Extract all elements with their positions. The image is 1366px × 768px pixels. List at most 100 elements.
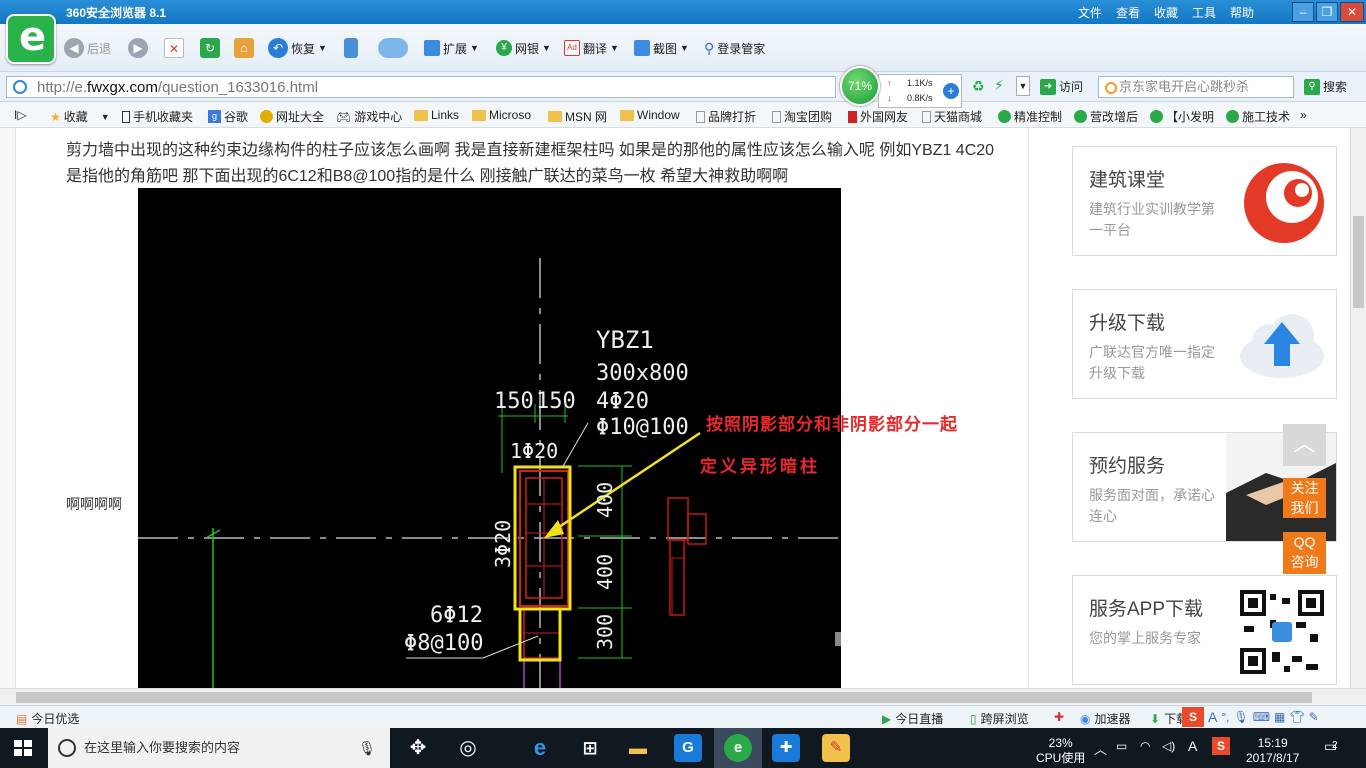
edge-icon[interactable]: e xyxy=(526,734,554,762)
follow-us-button[interactable]: 关注我们 xyxy=(1283,478,1326,518)
bookmark-item[interactable]: 手机收藏夹 xyxy=(122,108,193,125)
menu-help[interactable]: 帮助 xyxy=(1230,4,1254,21)
maximize-button[interactable]: ❐ xyxy=(1316,2,1338,22)
punctuation-icon[interactable]: °, xyxy=(1221,710,1229,724)
glodon-logo-icon xyxy=(1244,163,1324,243)
card-service-app[interactable]: 服务APP下载 您的掌上服务专家 xyxy=(1072,575,1337,685)
cpu-usage[interactable]: 23% CPU使用 xyxy=(1036,736,1085,766)
bookmark-item[interactable]: 精准控制 xyxy=(998,108,1062,125)
mobile-button[interactable] xyxy=(344,36,358,60)
today-live-link[interactable]: ▶ 今日直播 xyxy=(882,710,943,727)
card-building-class[interactable]: 建筑课堂 建筑行业实训教学第一平台 xyxy=(1072,146,1337,256)
tray-expand-icon[interactable]: ︿ xyxy=(1094,739,1107,758)
store-icon[interactable]: ⊞ xyxy=(576,734,604,762)
skin-icon[interactable]: ▦ xyxy=(1274,710,1285,724)
visit-button[interactable]: ➜ 访问 xyxy=(1040,78,1083,95)
back-to-top-icon[interactable]: ︿ xyxy=(1283,424,1326,466)
bookmark-item[interactable]: 营改增后 xyxy=(1074,108,1138,125)
menu-file[interactable]: 文件 xyxy=(1078,4,1102,21)
cortana-icon xyxy=(58,739,76,757)
chinese-mode-icon[interactable]: A xyxy=(1208,709,1217,725)
vertical-scrollbar[interactable] xyxy=(1350,128,1366,688)
star-icon: ★ xyxy=(50,109,61,124)
medical-icon[interactable]: ✚ xyxy=(1054,710,1064,724)
bookmark-item[interactable]: MSN 网 xyxy=(548,108,607,125)
ime-indicator[interactable]: A xyxy=(1188,738,1197,754)
battery-icon[interactable]: ▭ xyxy=(1116,739,1127,753)
wrench-icon[interactable]: ✎ xyxy=(1309,710,1319,724)
bookmark-item[interactable]: 天猫商城 xyxy=(922,108,982,125)
go-arrow-icon: ➜ xyxy=(1040,78,1056,95)
upload-arrow-icon: ↑ xyxy=(887,78,892,88)
bookmark-item[interactable]: Links xyxy=(414,108,459,122)
bookmark-item[interactable]: Microso xyxy=(472,108,531,122)
microphone-icon[interactable]: 🎙︎ xyxy=(358,728,376,768)
qq-consult-button[interactable]: QQ咨询 xyxy=(1283,532,1326,574)
bookmark-item[interactable]: 【小发明 xyxy=(1150,108,1214,125)
bookmark-item[interactable]: 🎮︎ 游戏中心 xyxy=(336,108,402,125)
plus-circle-icon xyxy=(260,110,273,123)
refresh-button[interactable]: ↻ xyxy=(200,36,220,60)
minimize-button[interactable]: – xyxy=(1292,2,1314,22)
360-browser-task-icon[interactable]: e xyxy=(724,734,752,762)
bookmark-item[interactable]: 品牌打折 xyxy=(696,108,756,125)
sogou-tray-icon[interactable]: S xyxy=(1212,737,1230,755)
menu-tools[interactable]: 工具 xyxy=(1192,4,1216,21)
accelerate-plus-icon[interactable]: + xyxy=(943,83,959,99)
bookmark-item[interactable]: g 谷歌 xyxy=(208,108,248,125)
volume-icon[interactable]: ◁) xyxy=(1162,739,1175,753)
browser-logo-icon[interactable] xyxy=(6,14,56,64)
horizontal-scrollbar[interactable] xyxy=(0,688,1366,705)
url-input[interactable]: http://e.fwxgx.com/question_1633016.html xyxy=(6,76,836,98)
recycle-icon[interactable]: ♻ xyxy=(972,78,985,95)
bookmark-item[interactable]: 外国网友 xyxy=(848,108,908,125)
forward-button[interactable]: ▶ xyxy=(128,36,148,60)
speed-ball[interactable]: 71% xyxy=(840,66,880,106)
shirt-icon[interactable]: 👕︎ xyxy=(1289,710,1304,724)
menu-favorites[interactable]: 收藏 xyxy=(1154,4,1178,21)
bookmark-item[interactable]: 网址大全 xyxy=(260,108,324,125)
sogou-icon[interactable]: S xyxy=(1182,707,1204,727)
wifi-icon[interactable]: ◠ xyxy=(1140,739,1150,753)
extend-button[interactable]: 扩展 ▼ xyxy=(424,36,479,60)
bookmarks-more-icon[interactable]: » xyxy=(1300,108,1307,122)
cross-screen-link[interactable]: ▯ 跨屏浏览 xyxy=(970,710,1029,727)
notification-center-icon[interactable]: ▭ 2 xyxy=(1324,738,1338,755)
bookmark-item[interactable]: 淘宝团购 xyxy=(772,108,832,125)
horizontal-scroll-thumb[interactable] xyxy=(16,692,1312,703)
bookmark-item[interactable]: Window xyxy=(620,108,680,122)
bookmark-favorites[interactable]: ★ 收藏 ▼ xyxy=(50,108,110,125)
today-pick-link[interactable]: ▤ 今日优选 xyxy=(16,710,79,727)
bookmarks-toggle-icon[interactable]: I▷ xyxy=(14,108,27,122)
windows-start-icon[interactable] xyxy=(14,740,32,756)
keyboard-icon[interactable]: ⌨ xyxy=(1253,710,1270,724)
search-input[interactable]: 京东家电开启心跳秒杀 xyxy=(1098,76,1294,98)
stop-button[interactable]: ✕ xyxy=(164,36,184,60)
task-view-icon[interactable]: ✥ xyxy=(404,734,432,762)
restore-button[interactable]: ↶ 恢复 ▼ xyxy=(268,36,327,60)
vertical-scroll-thumb[interactable] xyxy=(1353,216,1364,308)
screenshot-button[interactable]: 截图 ▼ xyxy=(634,36,689,60)
translate-button[interactable]: Ad 翻译 ▼ xyxy=(564,36,619,60)
login-manager-button[interactable]: ⚲ 登录管家 xyxy=(704,36,765,60)
microphone-icon[interactable]: 🎙︎ xyxy=(1233,710,1248,724)
file-explorer-icon[interactable]: ▬ xyxy=(624,734,652,762)
lightning-icon[interactable]: ⚡ xyxy=(994,77,1004,94)
search-button[interactable]: ⚲ 搜索 xyxy=(1304,78,1347,95)
remote-app-icon[interactable]: ✚ xyxy=(772,734,800,762)
home-button[interactable]: ⌂ xyxy=(234,36,254,60)
netbank-button[interactable]: ¥ 网银 ▼ xyxy=(496,36,551,60)
close-button[interactable]: ✕ xyxy=(1340,2,1364,22)
menu-view[interactable]: 查看 xyxy=(1116,4,1140,21)
accelerator-link[interactable]: ◉ 加速器 xyxy=(1080,710,1131,727)
bookmark-item[interactable]: 施工技术 xyxy=(1226,108,1290,125)
clock[interactable]: 15:19 2017/8/17 xyxy=(1246,736,1299,766)
card-upgrade-download[interactable]: 升级下载 广联达官方唯一指定升级下载 xyxy=(1072,289,1337,399)
engine-dropdown-icon[interactable]: ▼ xyxy=(1016,76,1030,96)
taskbar-search-input[interactable]: 在这里输入你要搜索的内容 🎙︎ xyxy=(48,728,390,768)
back-button[interactable]: ◀ 后退 xyxy=(64,36,111,60)
app-spiral-icon[interactable]: ◎ xyxy=(454,734,482,762)
notes-app-icon[interactable]: ✎ xyxy=(822,734,850,762)
cloud-button[interactable] xyxy=(378,36,408,60)
glodon-app-icon[interactable]: G xyxy=(674,734,702,762)
